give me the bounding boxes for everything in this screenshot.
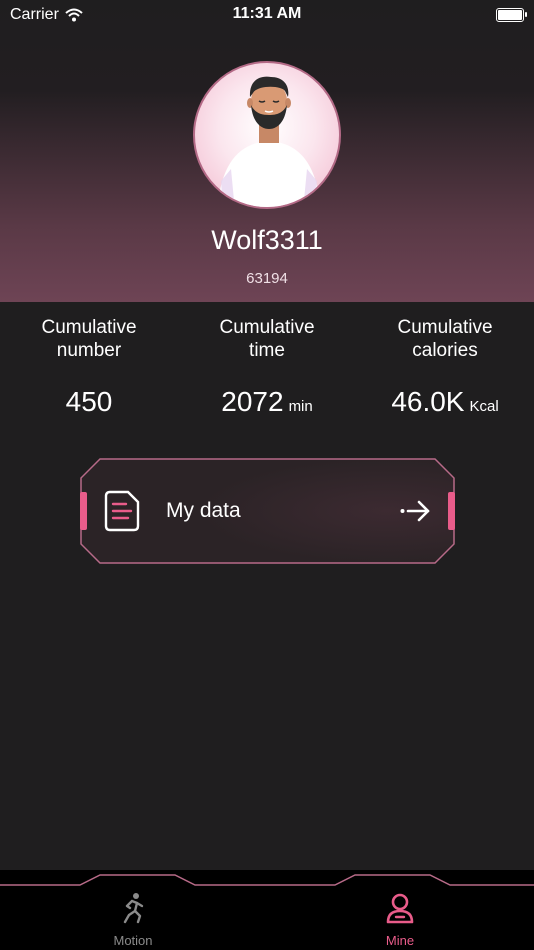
stat-unit: Kcal (469, 398, 499, 415)
user-id: 63194 (246, 270, 288, 287)
tab-motion-label: Motion (113, 933, 153, 948)
profile-header: Wolf3311 63194 (0, 0, 534, 302)
status-time: 11:31 AM (232, 5, 302, 22)
running-icon (123, 893, 144, 924)
stat-value: 450 (65, 386, 113, 417)
tab-bar: Motion Mine (0, 870, 534, 950)
tab-bar-divider (0, 874, 534, 886)
stat-label-line2: time (249, 340, 285, 361)
stats-row: Cumulative number 450 Cumulative time 20… (0, 316, 534, 426)
stat-cumulative-number: Cumulative number 450 (0, 316, 178, 418)
arrow-right-icon (400, 500, 430, 522)
my-data-label: My data (166, 499, 241, 522)
status-bar: Carrier 11:31 AM (0, 0, 534, 30)
stat-value: 46.0K (391, 386, 465, 417)
tab-motion[interactable]: Motion (68, 892, 198, 948)
tab-mine[interactable]: Mine (335, 892, 465, 948)
my-data-button[interactable]: My data (80, 458, 455, 564)
stat-label-line1: Cumulative (41, 317, 137, 338)
stat-value: 2072 (221, 386, 284, 417)
avatar[interactable] (193, 61, 341, 209)
stat-label-line1: Cumulative (219, 317, 315, 338)
battery-icon (496, 8, 527, 22)
document-icon (104, 490, 140, 532)
tab-mine-label: Mine (385, 933, 415, 948)
stat-label-line2: calories (412, 340, 478, 361)
username: Wolf3311 (211, 225, 323, 255)
stat-cumulative-time: Cumulative time 2072 min (178, 316, 356, 418)
stat-label-line2: number (56, 340, 122, 361)
bearded-man-avatar-icon (217, 76, 321, 207)
stat-unit: min (288, 398, 313, 415)
stat-cumulative-calories: Cumulative calories 46.0K Kcal (356, 316, 534, 418)
user-icon (386, 893, 414, 924)
stat-label-line1: Cumulative (397, 317, 493, 338)
